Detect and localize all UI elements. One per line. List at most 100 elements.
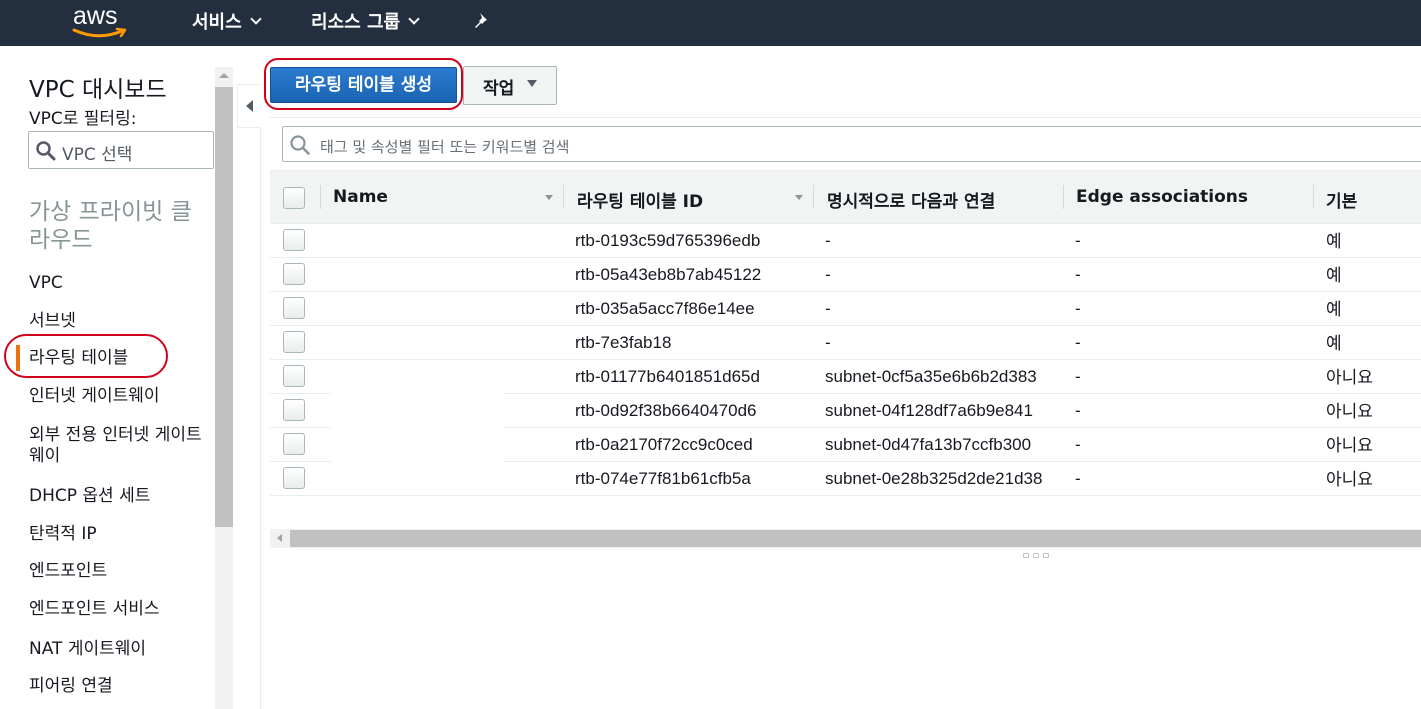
- sidebar-item-vpc[interactable]: VPC: [29, 273, 63, 294]
- edge-association: -: [1075, 299, 1081, 318]
- column-header-name[interactable]: Name: [333, 187, 388, 207]
- sidebar-item-peering[interactable]: 피어링 연결: [29, 676, 113, 697]
- sidebar-item-internet-gateways[interactable]: 인터넷 게이트웨이: [29, 386, 160, 407]
- explicit-association: -: [825, 231, 831, 250]
- explicit-association: subnet-0e28b325d2de21d38: [825, 469, 1043, 488]
- redacted-area: [331, 360, 504, 495]
- sidebar-item-endpoint-services[interactable]: 엔드포인트 서비스: [29, 599, 160, 620]
- route-table-id: rtb-0193c59d765396edb: [575, 231, 761, 250]
- scrollbar-thumb[interactable]: [290, 530, 1421, 547]
- vpc-select[interactable]: VPC 선택: [28, 131, 214, 169]
- explicit-association: subnet-0d47fa13b7ccfb300: [825, 435, 1032, 454]
- main-flag: 아니요: [1326, 436, 1373, 455]
- scrollbar-thumb[interactable]: [215, 87, 233, 527]
- sort-icon[interactable]: [545, 195, 553, 200]
- chevron-down-icon: [250, 13, 262, 25]
- scroll-left-icon[interactable]: [277, 534, 282, 542]
- table-row[interactable]: rtb-7e3fab18 - - 예: [270, 326, 1421, 360]
- explicit-association: -: [825, 333, 831, 352]
- column-divider: [320, 185, 321, 209]
- search-icon: [290, 135, 310, 155]
- explicit-association: -: [825, 299, 831, 318]
- column-divider: [1063, 185, 1064, 209]
- row-checkbox[interactable]: [283, 229, 305, 251]
- route-table-id: rtb-074e77f81b61cfb5a: [575, 469, 751, 488]
- edge-association: -: [1075, 435, 1081, 454]
- services-label: 서비스: [192, 12, 242, 33]
- divider: [260, 128, 261, 709]
- sidebar-item-endpoints[interactable]: 엔드포인트: [29, 561, 107, 582]
- main-flag: 아니요: [1326, 470, 1373, 489]
- caret-down-icon: [527, 80, 537, 87]
- resource-groups-menu[interactable]: 리소스 그룹: [311, 8, 420, 34]
- row-checkbox[interactable]: [283, 365, 305, 387]
- route-table-id: rtb-0a2170f72cc9c0ced: [575, 435, 753, 454]
- main-flag: 아니요: [1326, 402, 1373, 421]
- aws-smile-icon: [72, 27, 127, 38]
- select-all-checkbox[interactable]: [283, 187, 305, 209]
- column-header-edge-associations[interactable]: Edge associations: [1076, 187, 1248, 207]
- edge-association: -: [1075, 333, 1081, 352]
- table-row[interactable]: rtb-035a5acc7f86e14ee - - 예: [270, 292, 1421, 326]
- sidebar-section-vpc: 가상 프라이빗 클라우드: [29, 199, 192, 253]
- table-horizontal-scrollbar[interactable]: [270, 529, 1421, 548]
- column-header-main[interactable]: 기본: [1326, 187, 1357, 212]
- highlight-oval: [264, 58, 463, 110]
- edge-association: -: [1075, 469, 1081, 488]
- sidebar-item-nat-gateways[interactable]: NAT 게이트웨이: [29, 639, 146, 660]
- scroll-up-icon[interactable]: [219, 73, 229, 78]
- pin-icon[interactable]: [473, 11, 491, 35]
- services-menu[interactable]: 서비스: [192, 8, 262, 34]
- edge-association: -: [1075, 231, 1081, 250]
- sidebar-item-dhcp-options[interactable]: DHCP 옵션 세트: [29, 486, 150, 507]
- edge-association: -: [1075, 367, 1081, 386]
- top-nav: aws 서비스 리소스 그룹: [0, 0, 1421, 46]
- column-header-route-table-id[interactable]: 라우팅 테이블 ID: [577, 187, 703, 212]
- chevron-down-icon: [408, 13, 420, 25]
- main-flag: 예: [1326, 334, 1342, 353]
- row-checkbox[interactable]: [283, 263, 305, 285]
- search-input[interactable]: 태그 및 속성별 필터 또는 키워드별 검색: [282, 126, 1421, 162]
- search-placeholder: 태그 및 속성별 필터 또는 키워드별 검색: [320, 138, 570, 156]
- table-header: Name 라우팅 테이블 ID 명시적으로 다음과 연결 Edge associ…: [270, 170, 1421, 224]
- sidebar-item-egress-only-igw[interactable]: 외부 전용 인터넷 게이트웨이: [29, 425, 209, 467]
- main-flag: 예: [1326, 300, 1342, 319]
- resize-handle-icon[interactable]: [1023, 553, 1049, 558]
- route-table-id: rtb-035a5acc7f86e14ee: [575, 299, 755, 318]
- main-flag: 아니요: [1326, 368, 1373, 387]
- route-table-id: rtb-01177b6401851d65d: [575, 367, 760, 386]
- row-checkbox[interactable]: [283, 399, 305, 421]
- column-divider: [813, 185, 814, 209]
- aws-logo[interactable]: aws: [70, 2, 130, 40]
- column-divider: [1313, 185, 1314, 209]
- table-row[interactable]: rtb-0193c59d765396edb - - 예: [270, 224, 1421, 258]
- row-checkbox[interactable]: [283, 297, 305, 319]
- sidebar-scrollbar[interactable]: [215, 67, 233, 709]
- route-table-id: rtb-7e3fab18: [575, 333, 672, 352]
- table-row[interactable]: rtb-05a43eb8b7ab45122 - - 예: [270, 258, 1421, 292]
- explicit-association: subnet-04f128df7a6b9e841: [825, 401, 1033, 420]
- explicit-association: subnet-0cf5a35e6b6b2d383: [825, 367, 1037, 386]
- sort-icon[interactable]: [795, 195, 803, 200]
- actions-label: 작업: [483, 79, 515, 99]
- column-header-explicit-association[interactable]: 명시적으로 다음과 연결: [827, 187, 995, 212]
- sidebar-item-subnets[interactable]: 서브넷: [29, 311, 76, 332]
- route-table-id: rtb-05a43eb8b7ab45122: [575, 265, 762, 284]
- row-checkbox[interactable]: [283, 467, 305, 489]
- search-icon: [36, 141, 56, 161]
- sidebar-item-elastic-ip[interactable]: 탄력적 IP: [29, 524, 97, 545]
- caret-left-icon: [246, 100, 253, 112]
- row-checkbox[interactable]: [283, 331, 305, 353]
- explicit-association: -: [825, 265, 831, 284]
- sidebar-title[interactable]: VPC 대시보드: [29, 70, 167, 104]
- main-flag: 예: [1326, 232, 1342, 251]
- actions-button[interactable]: 작업: [463, 66, 557, 105]
- row-checkbox[interactable]: [283, 433, 305, 455]
- collapse-sidebar-button[interactable]: [237, 84, 261, 128]
- vpc-select-placeholder: VPC 선택: [62, 145, 133, 165]
- route-table-id: rtb-0d92f38b6640470d6: [575, 401, 757, 420]
- edge-association: -: [1075, 401, 1081, 420]
- resource-groups-label: 리소스 그룹: [311, 12, 401, 33]
- vpc-filter-label: VPC로 필터링:: [29, 109, 137, 129]
- column-divider: [563, 185, 564, 209]
